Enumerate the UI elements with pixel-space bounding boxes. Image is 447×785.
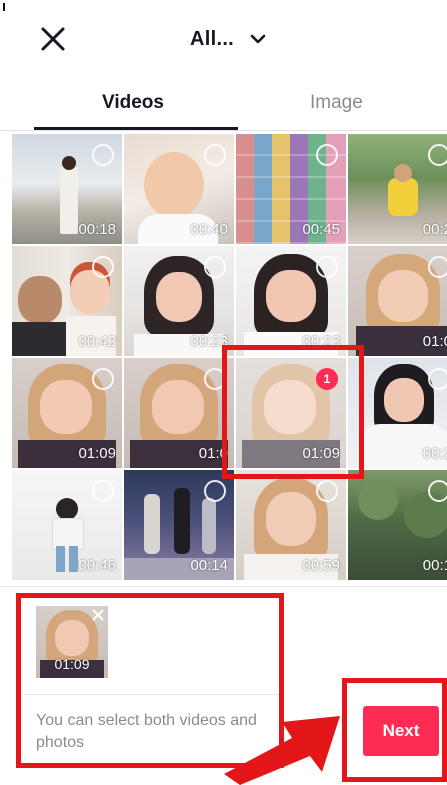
video-duration: 00:2 [422,221,447,238]
video-duration: 00:40 [190,221,228,238]
select-circle[interactable] [428,144,447,166]
video-duration: 00:46 [78,557,116,574]
video-duration: 00:42 [78,333,116,350]
grid-video-9[interactable]: 01:09 [12,358,122,468]
tab-divider [0,130,447,131]
media-tabs: Videos Image [0,80,447,132]
tray-divider [0,586,447,587]
tab-image[interactable]: Image [310,92,363,114]
video-duration: 01:09 [78,445,116,462]
close-button[interactable] [36,22,70,56]
grid-video-16[interactable]: 00:1 [348,470,447,580]
grid-video-14[interactable]: 00:14 [124,470,234,580]
video-duration: 01:09 [302,445,340,462]
select-circle[interactable] [428,368,447,390]
grid-video-6[interactable]: 00:23 [124,246,234,356]
header: All... [0,0,447,80]
grid-video-13[interactable]: 00:46 [12,470,122,580]
select-circle[interactable] [92,144,114,166]
highlight-box-selected-video [222,345,364,479]
select-circle[interactable] [316,144,338,166]
grid-video-2[interactable]: 00:40 [124,134,234,244]
video-duration: 00:1 [422,557,447,574]
select-circle[interactable] [428,480,447,502]
select-circle[interactable] [204,480,226,502]
video-duration: 00:18 [78,221,116,238]
grid-video-7[interactable]: 00:23 [236,246,346,356]
album-selector[interactable]: All... [190,22,268,56]
select-circle[interactable] [92,368,114,390]
video-duration: 00:2 [422,445,447,462]
chevron-down-icon [250,34,266,44]
video-duration: 00:45 [302,221,340,238]
arrow-icon [224,716,340,785]
video-duration: 01:0 [422,333,447,350]
tab-videos[interactable]: Videos [102,92,164,114]
grid-video-15[interactable]: 00:59 [236,470,346,580]
select-circle[interactable] [92,256,114,278]
close-icon [41,27,65,51]
grid-video-3[interactable]: 00:45 [236,134,346,244]
grid-video-4[interactable]: 00:2 [348,134,447,244]
grid-video-5[interactable]: 00:42 [12,246,122,356]
video-duration: 00:14 [190,557,228,574]
selected-badge[interactable]: 1 [316,368,338,390]
album-title: All... [190,27,235,50]
video-duration: 00:59 [302,557,340,574]
grid-video-10[interactable]: 01:0 [124,358,234,468]
select-circle[interactable] [204,256,226,278]
grid-video-1[interactable]: 00:18 [12,134,122,244]
select-circle[interactable] [204,144,226,166]
select-circle[interactable] [92,480,114,502]
select-circle[interactable] [316,256,338,278]
select-circle[interactable] [428,256,447,278]
grid-video-8[interactable]: 01:0 [348,246,447,356]
select-circle[interactable] [316,480,338,502]
